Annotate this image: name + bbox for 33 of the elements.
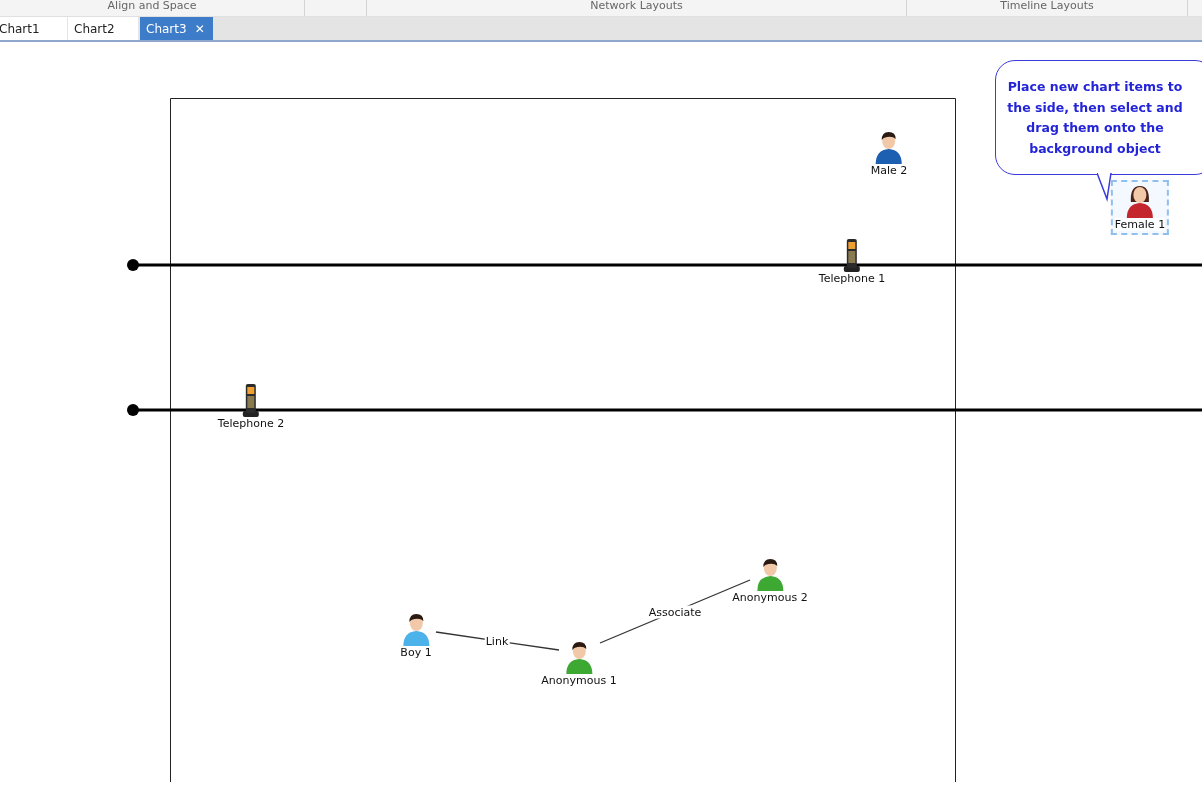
ribbon-group-label: Network Layouts <box>590 0 683 11</box>
timeline-line[interactable] <box>127 404 1202 416</box>
node-label: Telephone 2 <box>217 417 285 430</box>
person-icon <box>401 612 431 646</box>
link-label: Link <box>484 634 510 648</box>
selected-node[interactable]: Female 1 <box>1110 180 1170 235</box>
node-label: Boy 1 <box>400 646 432 659</box>
callout-text: Place new chart items to the side, then select and drag them onto the background object <box>1006 78 1184 158</box>
node-label: Female 1 <box>1114 218 1166 231</box>
chart-node[interactable]: Telephone 2 <box>213 379 289 434</box>
chart-tab[interactable]: Chart1 <box>0 17 67 40</box>
node-label: Anonymous 1 <box>541 674 617 687</box>
timeline-line[interactable] <box>127 259 1202 271</box>
chart-node[interactable]: Telephone 1 <box>814 234 890 289</box>
phone-icon <box>241 383 261 417</box>
woman-icon <box>1125 184 1155 218</box>
chart-node[interactable]: Boy 1 <box>396 608 436 663</box>
close-icon[interactable]: ✕ <box>194 21 205 36</box>
chart-node[interactable]: Anonymous 2 <box>728 553 812 608</box>
chart-node[interactable]: Anonymous 1 <box>537 636 621 691</box>
link-label: Associate <box>647 605 703 619</box>
node-label: Male 2 <box>870 164 908 177</box>
person-icon <box>564 640 594 674</box>
person-icon <box>755 557 785 591</box>
phone-icon <box>842 238 862 272</box>
chart-tab[interactable]: Chart3 ✕ <box>140 17 213 40</box>
ribbon-group-label: Align and Space <box>107 0 197 11</box>
person-icon <box>874 130 904 164</box>
chart-tab[interactable]: Chart2 <box>68 17 138 40</box>
node-label: Telephone 1 <box>818 272 886 285</box>
ribbon-group-label: Timeline Layouts <box>1000 0 1094 11</box>
node-label: Anonymous 2 <box>732 591 808 604</box>
chart-node[interactable]: Male 2 <box>866 126 912 181</box>
